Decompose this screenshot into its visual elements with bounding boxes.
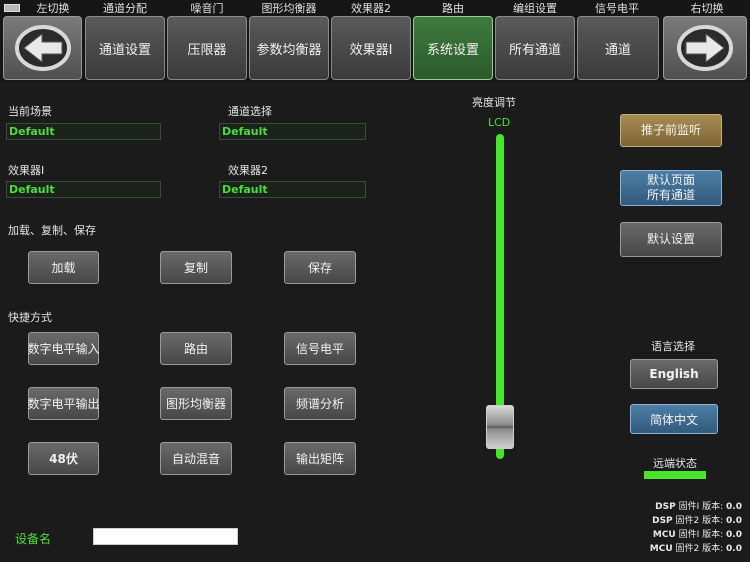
tab-channel[interactable]: 通道: [577, 16, 659, 80]
shortcut-spectrum-analysis[interactable]: 频谱分析: [284, 387, 356, 420]
english-button[interactable]: English: [630, 359, 718, 389]
shortcut-auto-mix[interactable]: 自动混音: [160, 442, 232, 475]
tab-system-settings[interactable]: 系统设置: [413, 16, 493, 80]
chinese-button[interactable]: 简体中文: [630, 404, 718, 434]
nav-label-routing: 路由: [442, 2, 464, 15]
right-arrow-icon: [677, 25, 733, 71]
language-title: 语言选择: [651, 340, 695, 353]
default-settings-button[interactable]: 默认设置: [620, 222, 722, 257]
current-scene-label: 当前场景: [8, 105, 52, 118]
nav-label-group-settings: 编组设置: [513, 2, 557, 15]
nav-label-channel-assign: 通道分配: [103, 2, 147, 15]
shortcut-48v[interactable]: 48伏: [28, 442, 99, 475]
tab-channel-settings[interactable]: 通道设置: [85, 16, 165, 80]
firmware-chip: MCU: [649, 544, 673, 554]
shortcut-routing[interactable]: 路由: [160, 332, 232, 365]
lcd-label: LCD: [488, 116, 511, 129]
tab-limiter[interactable]: 压限器: [167, 16, 247, 80]
fx1-label: 效果器I: [8, 164, 45, 177]
fx1-field[interactable]: Default: [6, 181, 161, 198]
nav-label-graphic-eq: 图形均衡器: [261, 2, 317, 15]
nav-label-fx2: 效果器2: [351, 2, 391, 15]
firmware-version: 0.0: [726, 516, 742, 526]
channel-select-field[interactable]: Default: [219, 123, 366, 140]
current-scene-field[interactable]: Default: [6, 123, 161, 140]
top-nav-bar: 左切换 通道分配 噪音门 图形均衡器 效果器2 路由 编组设置 信号电平 右切换…: [0, 0, 750, 82]
nav-label-right-switch: 右切换: [690, 2, 724, 15]
status-indicator: [4, 4, 20, 12]
fx2-field[interactable]: Default: [219, 181, 366, 198]
firmware-text: 固件I 版本:: [678, 502, 724, 512]
firmware-chip: DSP: [652, 516, 673, 526]
default-page-line2: 所有通道: [646, 188, 695, 202]
brightness-title: 亮度调节: [472, 96, 516, 109]
nav-label-noise-gate: 噪音门: [190, 2, 224, 15]
firmware-version: 0.0: [726, 544, 742, 554]
firmware-row: DSP 固件2 版本: 0.0: [652, 513, 742, 526]
load-button[interactable]: 加载: [28, 251, 99, 284]
shortcut-graphic-eq[interactable]: 图形均衡器: [160, 387, 232, 420]
shortcut-signal-level[interactable]: 信号电平: [284, 332, 356, 365]
firmware-text: 固件2 版本:: [675, 544, 724, 554]
save-button[interactable]: 保存: [284, 251, 356, 284]
left-switch-button[interactable]: [3, 16, 82, 80]
nav-label-signal-level: 信号电平: [595, 2, 639, 15]
remote-status-label: 远端状态: [653, 457, 697, 470]
tab-fx1[interactable]: 效果器I: [331, 16, 411, 80]
fx2-label: 效果器2: [228, 164, 268, 177]
pre-fader-listen-label: 推子前监听: [640, 123, 701, 137]
channel-select-label: 通道选择: [228, 105, 272, 118]
firmware-row: DSP 固件I 版本: 0.0: [655, 499, 742, 512]
nav-label-left-switch: 左切换: [36, 2, 70, 15]
file-ops-title: 加载、复制、保存: [8, 224, 96, 237]
firmware-text: 固件I 版本:: [678, 530, 724, 540]
tab-all-channels[interactable]: 所有通道: [495, 16, 575, 80]
firmware-version: 0.0: [726, 530, 742, 540]
remote-status-indicator: [644, 471, 706, 479]
firmware-row: MCU 固件I 版本: 0.0: [653, 527, 742, 540]
firmware-text: 固件2 版本:: [675, 516, 724, 526]
firmware-chip: DSP: [655, 502, 676, 512]
shortcut-digital-level-output[interactable]: 数字电平输出: [28, 387, 100, 420]
firmware-chip: MCU: [652, 530, 676, 540]
default-page-button[interactable]: 默认页面 所有通道: [620, 170, 722, 206]
shortcut-output-matrix[interactable]: 输出矩阵: [284, 442, 356, 475]
default-settings-label: 默认设置: [646, 232, 695, 246]
brightness-slider-thumb[interactable]: [486, 404, 514, 449]
firmware-row: MCU 固件2 版本: 0.0: [650, 541, 742, 554]
pre-fader-listen-button[interactable]: 推子前监听: [620, 114, 722, 147]
left-arrow-icon: [14, 25, 71, 71]
copy-button[interactable]: 复制: [160, 251, 232, 284]
device-name-input[interactable]: [93, 528, 238, 545]
shortcuts-title: 快捷方式: [8, 311, 52, 324]
firmware-version: 0.0: [726, 502, 742, 512]
shortcut-digital-level-input[interactable]: 数字电平输入: [28, 332, 100, 365]
right-switch-button[interactable]: [663, 16, 747, 80]
device-name-label: 设备名: [15, 532, 52, 546]
tab-parametric-eq[interactable]: 参数均衡器: [249, 16, 329, 80]
default-page-line1: 默认页面: [646, 173, 695, 187]
